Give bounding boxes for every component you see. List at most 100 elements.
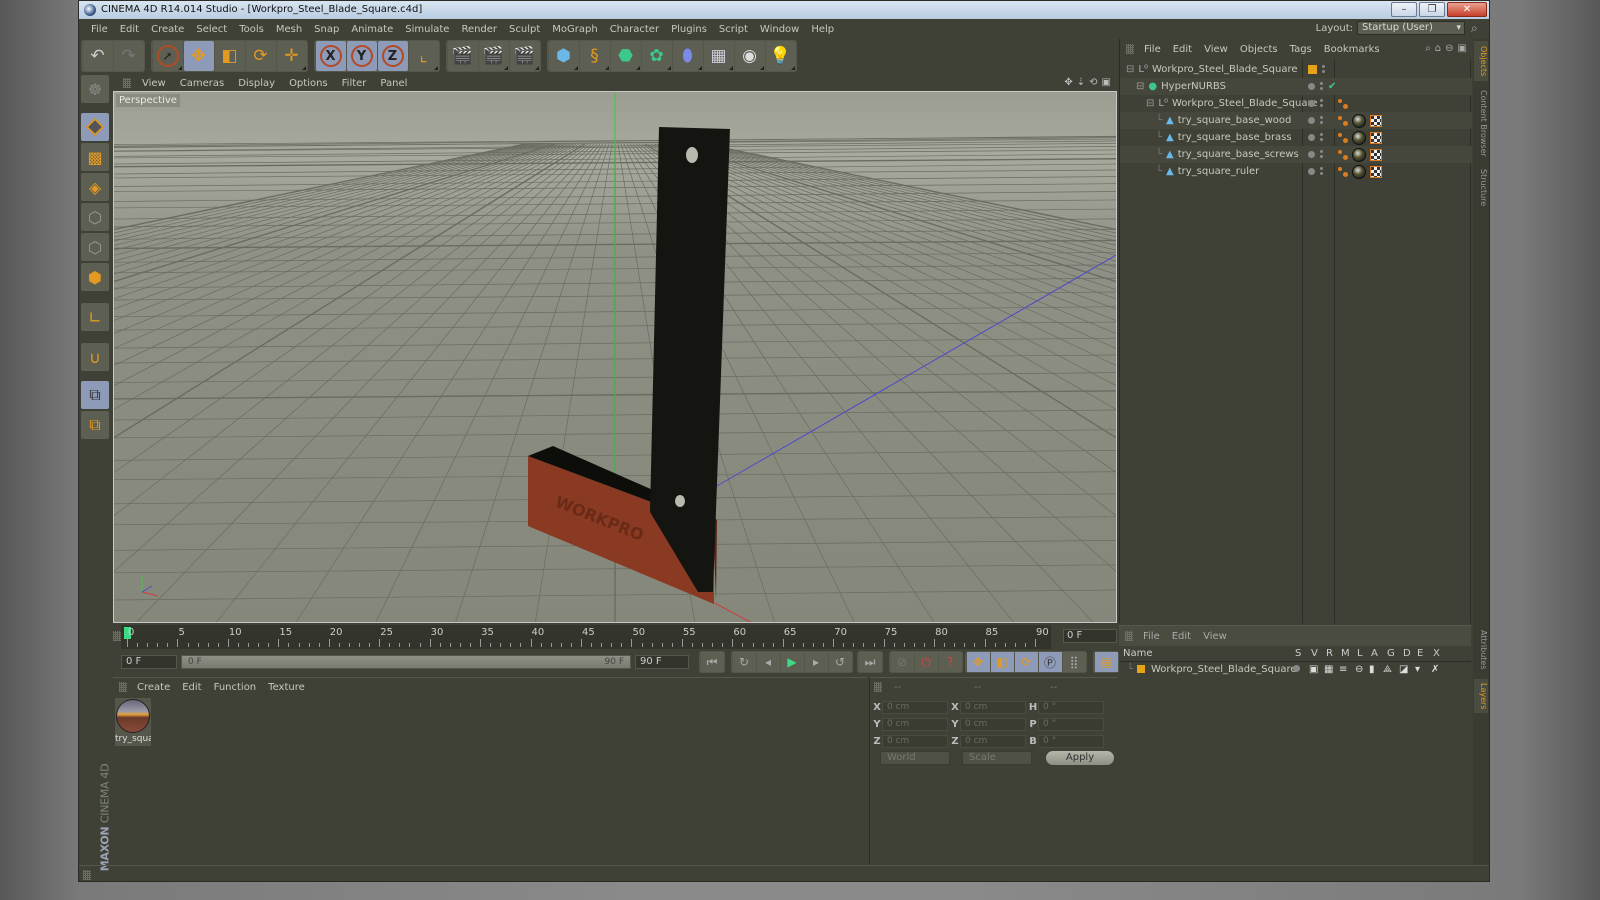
viewport-menu-filter[interactable]: Filter: [335, 78, 374, 89]
object-menu-edit[interactable]: Edit: [1167, 44, 1198, 55]
position-z-field[interactable]: 0 cm: [882, 734, 948, 748]
end-frame-field[interactable]: 90 F: [635, 655, 689, 669]
visibility-dot[interactable]: [1308, 151, 1315, 158]
coordinate-mode-dropdown[interactable]: World: [880, 751, 950, 765]
phong-tag-icon[interactable]: [1338, 98, 1348, 109]
current-frame-field[interactable]: 0 F: [1063, 629, 1117, 643]
edges-mode-button[interactable]: ⬡: [81, 233, 109, 261]
search-icon[interactable]: ⌕: [1425, 43, 1431, 54]
play-icon[interactable]: ▶: [780, 652, 804, 672]
tab-layers[interactable]: Layers: [1474, 679, 1488, 713]
layer-deformer-toggle[interactable]: ◪: [1399, 664, 1408, 675]
editor-render-toggle[interactable]: [1320, 150, 1323, 153]
maximize-view-icon[interactable]: ▣: [1102, 77, 1111, 88]
y-axis-lock-button[interactable]: Y: [346, 41, 377, 71]
menu-edit[interactable]: Edit: [114, 24, 145, 35]
object-row[interactable]: └ ▲ try_square_base_screws: [1120, 146, 1472, 163]
deformer-button[interactable]: ⬮: [672, 41, 703, 71]
autokey-icon[interactable]: ⏻: [914, 652, 938, 672]
menu-tools[interactable]: Tools: [233, 24, 270, 35]
material-tag-icon[interactable]: [1352, 130, 1366, 145]
visibility-dot[interactable]: [1308, 117, 1315, 124]
panel-grip-icon[interactable]: [123, 78, 131, 88]
start-frame-field[interactable]: 0 F: [121, 655, 177, 669]
rotate-button[interactable]: ⟳: [245, 41, 276, 71]
panel-grip-icon[interactable]: [874, 682, 882, 692]
cube-object-button[interactable]: ⬢: [548, 41, 579, 71]
key-param-icon[interactable]: Ⓟ: [1038, 652, 1062, 672]
z-axis-lock-button[interactable]: Z: [377, 41, 408, 71]
object-row[interactable]: ⊟ L⁰ Workpro_Steel_Blade_Square: [1120, 95, 1472, 112]
panel-grip-icon[interactable]: [1125, 631, 1133, 641]
layer-lock-toggle[interactable]: ⊖: [1355, 664, 1363, 675]
pan-view-icon[interactable]: ✥: [1064, 77, 1072, 88]
x-axis-lock-button[interactable]: X: [315, 41, 346, 71]
key-scale-icon[interactable]: ◧: [990, 652, 1014, 672]
help-key-icon[interactable]: ?: [938, 652, 962, 672]
tab-structure[interactable]: Structure: [1474, 165, 1488, 211]
undo-button[interactable]: ↶: [82, 41, 113, 71]
viewport-menu-options[interactable]: Options: [282, 78, 335, 89]
visibility-dot[interactable]: [1308, 168, 1315, 175]
key-position-icon[interactable]: ✥: [966, 652, 990, 672]
rotation-p-field[interactable]: 0 °: [1038, 717, 1104, 731]
key-rotation-icon[interactable]: ⟳: [1014, 652, 1038, 672]
viewport-menu-cameras[interactable]: Cameras: [173, 78, 231, 89]
locked-workplane-button[interactable]: ⧉: [81, 381, 109, 409]
layer-color-swatch[interactable]: [1308, 65, 1317, 74]
material-swatch[interactable]: try_squa: [115, 698, 151, 746]
enabled-check-icon[interactable]: ✔: [1328, 81, 1336, 92]
redo-button[interactable]: ↷: [113, 41, 144, 71]
prev-frame-icon[interactable]: ◂: [756, 652, 780, 672]
editor-render-toggle[interactable]: [1320, 116, 1323, 119]
nurbs-button[interactable]: ⬣: [610, 41, 641, 71]
texture-tag-icon[interactable]: [1370, 148, 1382, 161]
material-menu-create[interactable]: Create: [131, 682, 176, 693]
menu-sculpt[interactable]: Sculpt: [503, 24, 546, 35]
panel-grip-icon[interactable]: [83, 870, 91, 880]
editor-render-toggle[interactable]: [1322, 65, 1325, 68]
object-row[interactable]: └ ▲ try_square_ruler: [1120, 163, 1472, 180]
material-menu-function[interactable]: Function: [208, 682, 263, 693]
viewport-menu-panel[interactable]: Panel: [373, 78, 414, 89]
material-tag-icon[interactable]: [1352, 147, 1366, 162]
phong-tag-icon[interactable]: [1338, 115, 1348, 126]
object-row[interactable]: └ ▲ try_square_base_wood: [1120, 112, 1472, 129]
search-icon[interactable]: ⌕: [1471, 21, 1485, 35]
viewport-menu-display[interactable]: Display: [231, 78, 282, 89]
layout-dropdown[interactable]: Startup (User): [1357, 21, 1465, 35]
model-mode-button[interactable]: [81, 113, 109, 141]
go-to-start-icon[interactable]: ⏮: [700, 652, 724, 672]
try-square-model[interactable]: WORKPRO: [528, 127, 730, 604]
size-y-field[interactable]: 0 cm: [960, 717, 1026, 731]
expand-toggle-icon[interactable]: ⊟: [1126, 64, 1134, 75]
material-tag-icon[interactable]: [1352, 164, 1366, 179]
panel-grip-icon[interactable]: [1126, 44, 1134, 54]
layer-manager-toggle[interactable]: ≡: [1339, 664, 1347, 675]
new-window-icon[interactable]: ▣: [1458, 43, 1467, 54]
next-frame-icon[interactable]: ▸: [804, 652, 828, 672]
loop-icon[interactable]: ↺: [828, 652, 852, 672]
expand-toggle-icon[interactable]: ⊟: [1146, 98, 1154, 109]
layer-solo-toggle[interactable]: [1293, 665, 1300, 672]
timeline-icon[interactable]: ▤: [1094, 652, 1118, 672]
object-menu-tags[interactable]: Tags: [1284, 44, 1318, 55]
phong-tag-icon[interactable]: [1338, 166, 1348, 177]
scale-button[interactable]: ◧: [214, 41, 245, 71]
layer-expression-toggle[interactable]: ▾: [1415, 664, 1420, 675]
editor-render-toggle[interactable]: [1320, 99, 1323, 102]
object-row[interactable]: └ ▲ try_square_base_brass: [1120, 129, 1472, 146]
camera-button[interactable]: ◉: [734, 41, 765, 71]
object-menu-objects[interactable]: Objects: [1234, 44, 1284, 55]
minimize-button[interactable]: –: [1391, 2, 1417, 17]
rotation-b-field[interactable]: 0 °: [1038, 734, 1104, 748]
phong-tag-icon[interactable]: [1338, 132, 1348, 143]
editor-render-toggle[interactable]: [1320, 167, 1323, 170]
tab-objects[interactable]: Objects: [1474, 41, 1488, 81]
size-z-field[interactable]: 0 cm: [960, 734, 1026, 748]
menu-create[interactable]: Create: [145, 24, 190, 35]
menu-snap[interactable]: Snap: [308, 24, 345, 35]
object-menu-bookmarks[interactable]: Bookmarks: [1318, 44, 1386, 55]
editor-render-toggle[interactable]: [1320, 82, 1323, 85]
motion-path-icon[interactable]: ⊘: [890, 652, 914, 672]
